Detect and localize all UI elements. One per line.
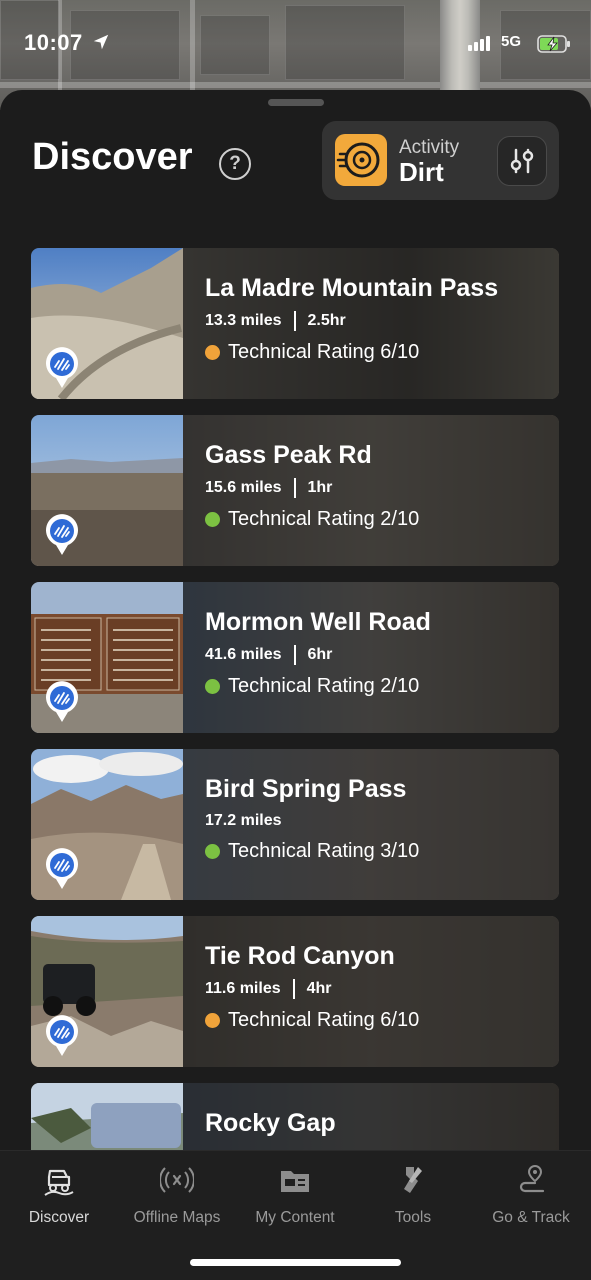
trail-duration: 1hr: [307, 479, 333, 496]
broadcast-icon: [160, 1167, 194, 1193]
map-pin-icon: [46, 681, 78, 722]
trail-distance: 13.3 miles: [205, 312, 282, 329]
battery-charging-icon: [537, 35, 570, 53]
rating-label: Technical Rating 2/10: [228, 508, 420, 530]
page-title: Discover: [32, 136, 193, 178]
trail-name: Tie Rod Canyon: [205, 942, 395, 970]
rating-dot: [205, 679, 220, 694]
trail-stats: 13.3 miles 2.5hr: [205, 311, 555, 331]
network-type: 5G: [501, 33, 522, 50]
tab-label: Go & Track: [492, 1209, 570, 1226]
rating-dot: [205, 512, 220, 527]
tab-label: Discover: [28, 1209, 90, 1226]
folder-icon: [281, 1171, 309, 1192]
trail-card[interactable]: Gass Peak Rd 15.6 miles 1hr Technical Ra…: [31, 415, 559, 566]
tools-icon: [404, 1167, 422, 1193]
trail-card[interactable]: Tie Rod Canyon 11.6 miles 4hr Technical …: [31, 916, 559, 1067]
trail-rating: Technical Rating 3/10: [205, 840, 555, 863]
rating-label: Technical Rating 2/10: [228, 675, 420, 697]
rating-dot: [205, 1013, 220, 1028]
trail-card[interactable]: Rocky Gap: [31, 1083, 559, 1150]
activity-value: Dirt: [399, 157, 444, 187]
question-circle-icon[interactable]: ?: [219, 148, 251, 180]
rating-dot: [205, 345, 220, 360]
stats-divider: [293, 645, 296, 665]
stats-divider: [293, 478, 296, 498]
sliders-icon: [510, 148, 534, 174]
trail-name: Gass Peak Rd: [205, 441, 372, 469]
filter-button[interactable]: [497, 136, 547, 186]
trail-rating: Technical Rating 2/10: [205, 675, 555, 698]
status-time: 10:07: [24, 30, 83, 55]
trail-rating: Technical Rating 2/10: [205, 508, 555, 531]
activity-selector[interactable]: Activity Dirt: [322, 121, 559, 200]
rating-dot: [205, 844, 220, 859]
map-pin-icon: [46, 347, 78, 388]
trail-name: La Madre Mountain Pass: [205, 274, 499, 302]
rating-label: Technical Rating 6/10: [228, 341, 420, 363]
trail-stats: 15.6 miles 1hr: [205, 478, 555, 498]
trail-stats: 17.2 miles: [205, 812, 555, 830]
tab-discover[interactable]: Discover: [0, 1163, 118, 1227]
tire-icon: [335, 134, 387, 186]
trail-rating: Technical Rating 6/10: [205, 1009, 555, 1032]
rating-label: Technical Rating 3/10: [228, 840, 420, 862]
tab-label: My Content: [255, 1209, 335, 1226]
tab-label: Tools: [394, 1209, 432, 1226]
trail-distance: 41.6 miles: [205, 646, 282, 663]
map-pin-icon: [46, 1015, 78, 1056]
cellular-signal-icon: [468, 36, 490, 51]
stats-divider: [293, 311, 296, 331]
trail-name: Mormon Well Road: [205, 608, 431, 636]
location-arrow-icon: [93, 34, 109, 50]
tab-tools[interactable]: Tools: [354, 1163, 472, 1227]
discover-sheet: Discover ? Activity Dirt La Madre Mounta…: [0, 90, 591, 1150]
map-pin-icon: [46, 848, 78, 889]
map-pin-icon: [46, 514, 78, 555]
trail-rating: Technical Rating 6/10: [205, 341, 555, 364]
tab-my-content[interactable]: My Content: [236, 1163, 354, 1227]
trail-thumbnail: [31, 1083, 183, 1150]
tab-go-track[interactable]: Go & Track: [472, 1163, 590, 1227]
jeep-icon: [44, 1169, 74, 1196]
home-indicator: [190, 1259, 401, 1266]
rating-label: Technical Rating 6/10: [228, 1009, 420, 1031]
trail-stats: 41.6 miles 6hr: [205, 645, 555, 665]
tab-offline-maps[interactable]: Offline Maps: [118, 1163, 236, 1227]
trail-duration: 2.5hr: [307, 312, 346, 329]
route-pin-icon: [519, 1164, 545, 1193]
stats-divider: [292, 979, 295, 999]
status-bar: 10:07 5G: [0, 0, 591, 90]
sheet-grabber[interactable]: [268, 99, 324, 106]
trail-duration: 4hr: [306, 980, 332, 997]
activity-label: Activity: [399, 137, 460, 158]
tab-label: Offline Maps: [133, 1209, 221, 1226]
trail-card[interactable]: Bird Spring Pass 17.2 miles Technical Ra…: [31, 749, 559, 900]
trail-distance: 17.2 miles: [205, 812, 282, 829]
trail-stats: 11.6 miles 4hr: [205, 979, 555, 999]
trail-name: Bird Spring Pass: [205, 775, 407, 803]
trail-duration: 6hr: [307, 646, 333, 663]
trail-name: Rocky Gap: [205, 1109, 336, 1137]
trail-distance: 15.6 miles: [205, 479, 282, 496]
trail-card[interactable]: Mormon Well Road 41.6 miles 6hr Technica…: [31, 582, 559, 733]
trail-distance: 11.6 miles: [205, 980, 281, 997]
trail-card[interactable]: La Madre Mountain Pass 13.3 miles 2.5hr …: [31, 248, 559, 399]
